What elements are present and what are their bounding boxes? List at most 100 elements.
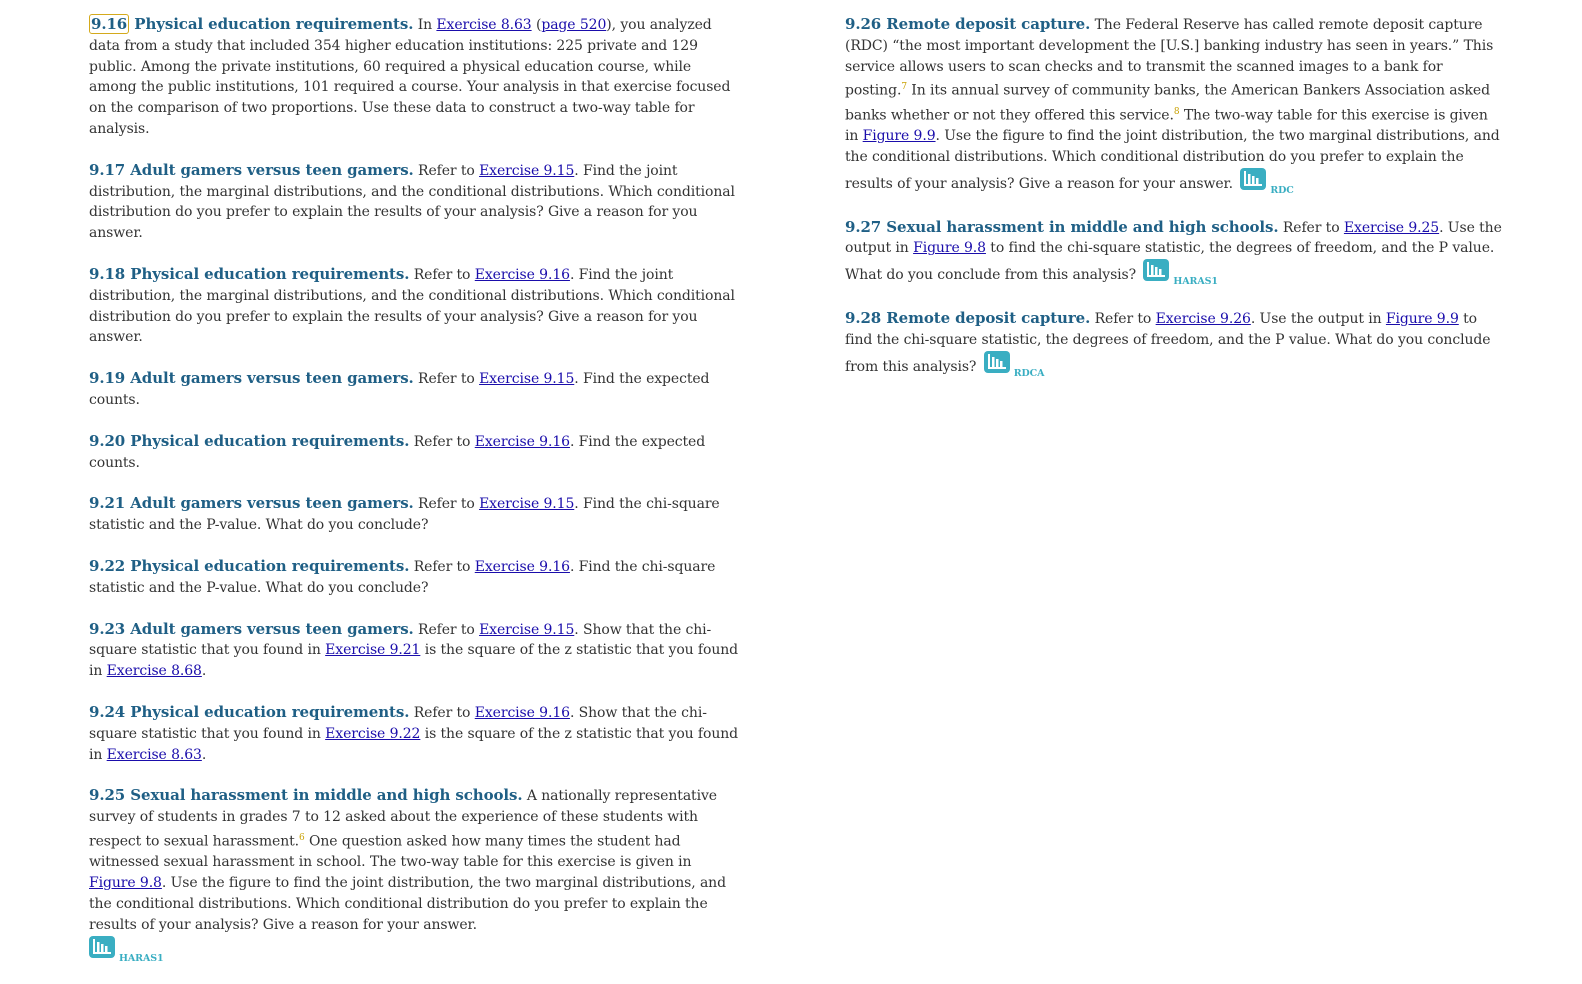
exercise-title: 9.22 Physical education requirements. — [89, 557, 409, 575]
exercise-number: 9.25 — [89, 786, 126, 805]
link-exercise-9-16[interactable]: Exercise 9.16 — [475, 434, 570, 450]
link-exercise-9-15[interactable]: Exercise 9.15 — [479, 371, 574, 387]
exercise-title: 9.18 Physical education requirements. — [89, 265, 409, 283]
exercise-number: 9.21 — [89, 494, 126, 513]
right-column: 9.26 Remote deposit capture. The Federal… — [845, 14, 1505, 399]
link-exercise-9-16[interactable]: Exercise 9.16 — [475, 705, 570, 721]
link-exercise-9-16[interactable]: Exercise 9.16 — [475, 559, 570, 575]
body-text: Refer to — [413, 621, 480, 638]
exercise-9-28: 9.28 Remote deposit capture. Refer to Ex… — [845, 308, 1505, 379]
exercise-title: 9.23 Adult gamers versus teen gamers. — [89, 620, 414, 638]
exercise-number: 9.20 — [89, 431, 126, 450]
body-text: Refer to — [1278, 219, 1344, 236]
exercise-title: 9.21 Adult gamers versus teen gamers. — [89, 494, 414, 512]
exercise-9-19: 9.19 Adult gamers versus teen gamers. Re… — [89, 368, 741, 411]
link-exercise-9-26[interactable]: Exercise 9.26 — [1156, 311, 1251, 327]
exercise-9-17: 9.17 Adult gamers versus teen gamers. Re… — [89, 160, 741, 244]
body-text: Refer to — [413, 162, 480, 179]
data-file-icon[interactable] — [983, 350, 1010, 373]
link-exercise-9-21[interactable]: Exercise 9.21 — [325, 642, 420, 658]
exercise-title: 9.27 Sexual harassment in middle and hig… — [845, 218, 1279, 236]
exercise-number: 9.27 — [845, 217, 882, 236]
exercise-number: 9.23 — [89, 619, 126, 638]
exercise-heading: Sexual harassment in middle and high sch… — [130, 786, 523, 805]
link-exercise-9-15[interactable]: Exercise 9.15 — [479, 496, 574, 512]
exercise-heading: Adult gamers versus teen gamers. — [130, 494, 414, 513]
exercise-number: 9.24 — [89, 702, 126, 721]
link-exercise-9-15[interactable]: Exercise 9.15 — [479, 622, 574, 638]
exercise-title: 9.24 Physical education requirements. — [89, 703, 409, 721]
data-file-label[interactable]: RDCA — [1014, 368, 1045, 379]
link-figure-9-9[interactable]: Figure 9.9 — [1386, 311, 1459, 327]
body-text: . Use the output in — [1250, 311, 1386, 328]
exercise-9-27: 9.27 Sexual harassment in middle and hig… — [845, 217, 1505, 288]
exercise-9-16: 9.16 Physical education requirements. In… — [89, 14, 741, 140]
link-page-520[interactable]: page 520 — [541, 17, 606, 33]
body-text: Refer to — [409, 433, 475, 450]
link-figure-9-8[interactable]: Figure 9.8 — [89, 875, 162, 891]
exercise-9-23: 9.23 Adult gamers versus teen gamers. Re… — [89, 619, 741, 682]
link-figure-9-9[interactable]: Figure 9.9 — [863, 128, 936, 144]
exercise-heading: Adult gamers versus teen gamers. — [130, 619, 414, 638]
exercise-number: 9.28 — [845, 309, 882, 328]
link-exercise-9-22[interactable]: Exercise 9.22 — [325, 726, 420, 742]
data-file-icon[interactable] — [89, 935, 115, 958]
exercise-heading: Physical education requirements. — [130, 556, 410, 575]
link-figure-9-8[interactable]: Figure 9.8 — [913, 240, 986, 256]
body-text: ), you analyzed data from a study that i… — [89, 17, 731, 137]
exercise-number: 9.19 — [89, 369, 126, 388]
exercise-9-22: 9.22 Physical education requirements. Re… — [89, 556, 741, 599]
body-text: Refer to — [1090, 311, 1156, 328]
body-text: Refer to — [409, 704, 475, 721]
exercise-title: 9.17 Adult gamers versus teen gamers. — [89, 161, 414, 179]
link-exercise-8-68[interactable]: Exercise 8.68 — [107, 663, 202, 679]
exercise-9-24: 9.24 Physical education requirements. Re… — [89, 702, 741, 765]
body-text: . Use the figure to find the joint distr… — [89, 875, 726, 933]
data-file-label[interactable]: HARAS1 — [119, 953, 164, 964]
body-text: ( — [531, 17, 542, 33]
exercise-heading: Sexual harassment in middle and high sch… — [886, 217, 1279, 236]
exercise-heading: Adult gamers versus teen gamers. — [130, 369, 414, 388]
exercise-number: 9.17 — [89, 160, 126, 179]
exercise-9-21: 9.21 Adult gamers versus teen gamers. Re… — [89, 493, 741, 536]
exercise-title: 9.28 Remote deposit capture. — [845, 309, 1090, 327]
body-text: Refer to — [409, 266, 475, 283]
exercise-title: 9.16 Physical education requirements. — [89, 14, 413, 34]
exercise-number: 9.22 — [89, 556, 126, 575]
exercise-title: 9.25 Sexual harassment in middle and hig… — [89, 786, 523, 804]
body-text: Refer to — [413, 496, 480, 513]
body-text: . — [201, 663, 207, 680]
exercise-heading: Physical education requirements. — [130, 431, 410, 450]
exercise-title: 9.20 Physical education requirements. — [89, 432, 409, 450]
exercise-heading: Adult gamers versus teen gamers. — [130, 160, 414, 179]
data-file-label[interactable]: RDC — [1270, 185, 1294, 196]
exercise-heading: Remote deposit capture. — [886, 15, 1091, 33]
exercise-heading: Physical education requirements. — [130, 702, 410, 721]
exercise-9-18: 9.18 Physical education requirements. Re… — [89, 264, 741, 348]
body-text: In — [413, 17, 437, 33]
body-text: Refer to — [409, 558, 475, 575]
link-exercise-8-63[interactable]: Exercise 8.63 — [107, 747, 202, 763]
exercise-number: 9.18 — [89, 264, 126, 283]
body-text: . — [201, 746, 207, 763]
body-text: . Use the figure to find the joint distr… — [845, 128, 1500, 192]
link-exercise-8-63[interactable]: Exercise 8.63 — [436, 17, 531, 33]
exercise-9-26: 9.26 Remote deposit capture. The Federal… — [845, 14, 1505, 197]
exercise-title: 9.26 Remote deposit capture. — [845, 15, 1090, 33]
data-file-label[interactable]: HARAS1 — [1173, 276, 1218, 287]
exercise-9-20: 9.20 Physical education requirements. Re… — [89, 431, 741, 474]
exercise-number: 9.16 — [89, 14, 130, 34]
data-file-icon[interactable] — [1143, 259, 1170, 282]
link-exercise-9-25[interactable]: Exercise 9.25 — [1344, 220, 1439, 236]
body-text: Refer to — [413, 371, 480, 388]
link-exercise-9-15[interactable]: Exercise 9.15 — [479, 163, 574, 179]
exercise-number: 9.26 — [845, 15, 882, 33]
exercise-title: 9.19 Adult gamers versus teen gamers. — [89, 369, 414, 387]
data-file-icon[interactable] — [1240, 167, 1267, 190]
exercise-heading: Remote deposit capture. — [886, 309, 1091, 328]
left-column: 9.16 Physical education requirements. In… — [89, 14, 741, 984]
exercise-heading: Physical education requirements. — [130, 264, 410, 283]
link-exercise-9-16[interactable]: Exercise 9.16 — [475, 267, 570, 283]
exercise-heading: Physical education requirements. — [134, 15, 414, 33]
exercise-9-25: 9.25 Sexual harassment in middle and hig… — [89, 785, 741, 964]
